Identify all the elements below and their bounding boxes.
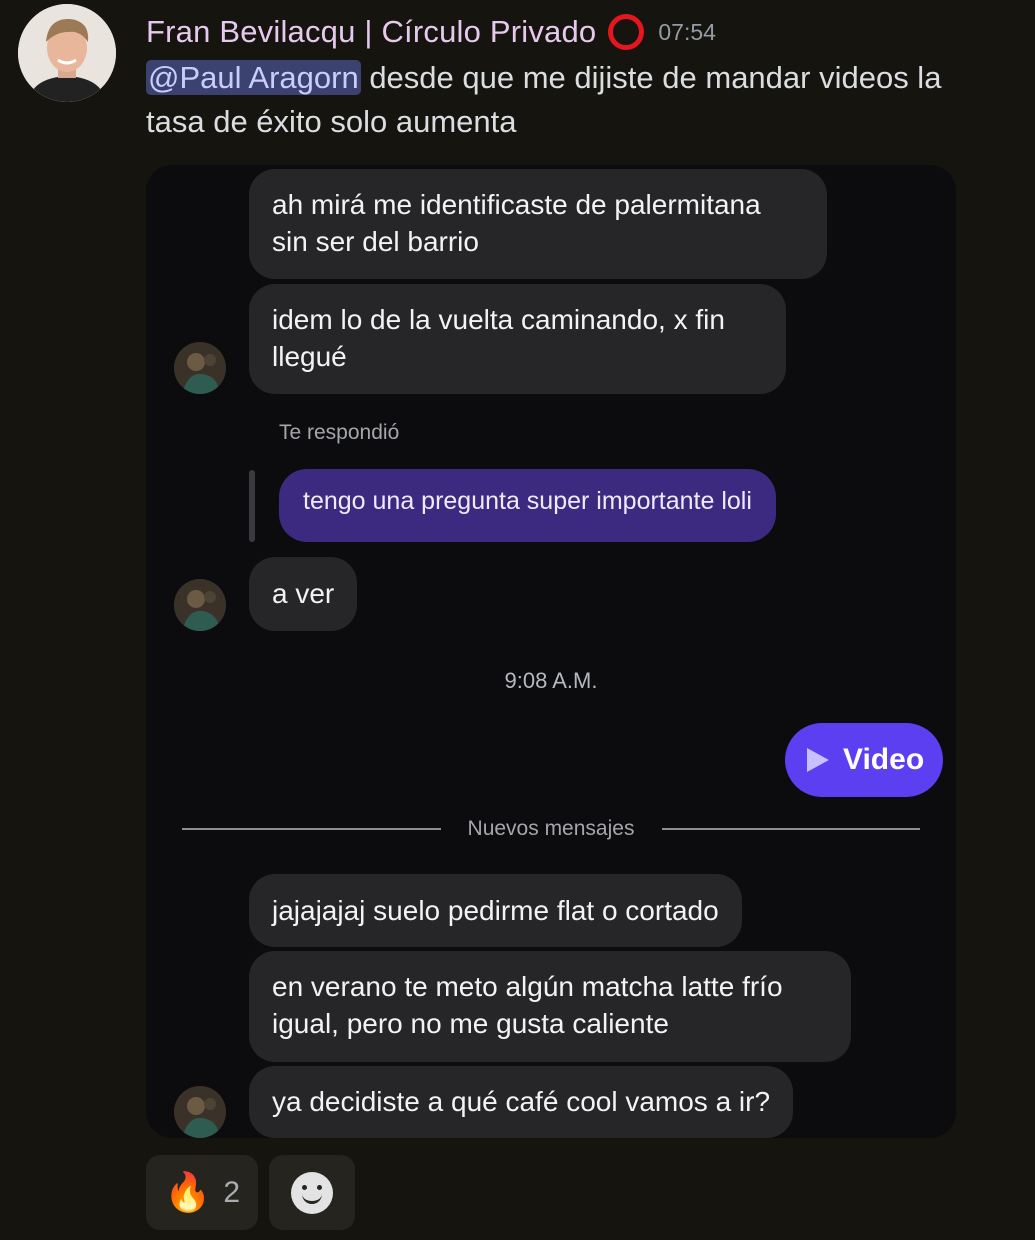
message-timestamp: 07:54 [658,18,716,45]
contact-avatar [174,342,226,394]
chat-bubble-text: ah mirá me identificaste de palermitana … [272,189,761,257]
video-label: Video [843,743,925,776]
chat-bubble-text: en verano te meto algún matcha latte frí… [272,971,783,1039]
divider-line [662,828,920,830]
chat-bubble: ah mirá me identificaste de palermitana … [249,169,827,279]
reaction-count: 2 [223,1175,240,1209]
fire-icon: 🔥 [163,1171,212,1214]
user-mention[interactable]: @Paul Aragorn [146,60,361,95]
chat-bubble-text: idem lo de la vuelta caminando, x fin ll… [272,304,725,372]
chat-bubble: jajajajaj suelo pedirme flat o cortado [249,874,742,947]
chat-bubble-text: jajajajaj suelo pedirme flat o cortado [272,895,719,926]
author-avatar[interactable] [18,4,116,102]
contact-avatar [174,1086,226,1138]
play-icon [807,748,829,772]
chat-bubble: ya decidiste a qué café cool vamos a ir? [249,1066,794,1138]
chat-bubble: en verano te meto algún matcha latte frí… [249,951,851,1062]
chat-time-divider: 9:08 A.M. [504,668,598,693]
author-name[interactable]: Fran Bevilacqu | Círculo Privado [146,14,596,50]
reaction-fire-button[interactable]: 🔥 2 [146,1155,258,1230]
attached-chat-screenshot[interactable]: ah mirá me identificaste de palermitana … [146,165,956,1138]
status-ring-icon [608,14,645,50]
contact-avatar [174,579,226,631]
add-reaction-button[interactable] [269,1155,355,1230]
video-message-button: Video [785,723,943,797]
smiley-icon [291,1171,333,1214]
reply-label: Te respondió [279,421,400,444]
chat-bubble-text: a ver [272,578,335,609]
message-header: Fran Bevilacqu | Círculo Privado 07:54 [146,12,716,52]
chat-bubble: idem lo de la vuelta caminando, x fin ll… [249,284,786,394]
chat-bubble-text: ya decidiste a qué café cool vamos a ir? [272,1086,771,1117]
message-text: @Paul Aragorn desde que me dijiste de ma… [146,56,1006,144]
reply-indicator-line [249,470,255,542]
chat-bubble: a ver [249,557,358,631]
replied-message: tengo una pregunta super importante loli [279,469,776,542]
